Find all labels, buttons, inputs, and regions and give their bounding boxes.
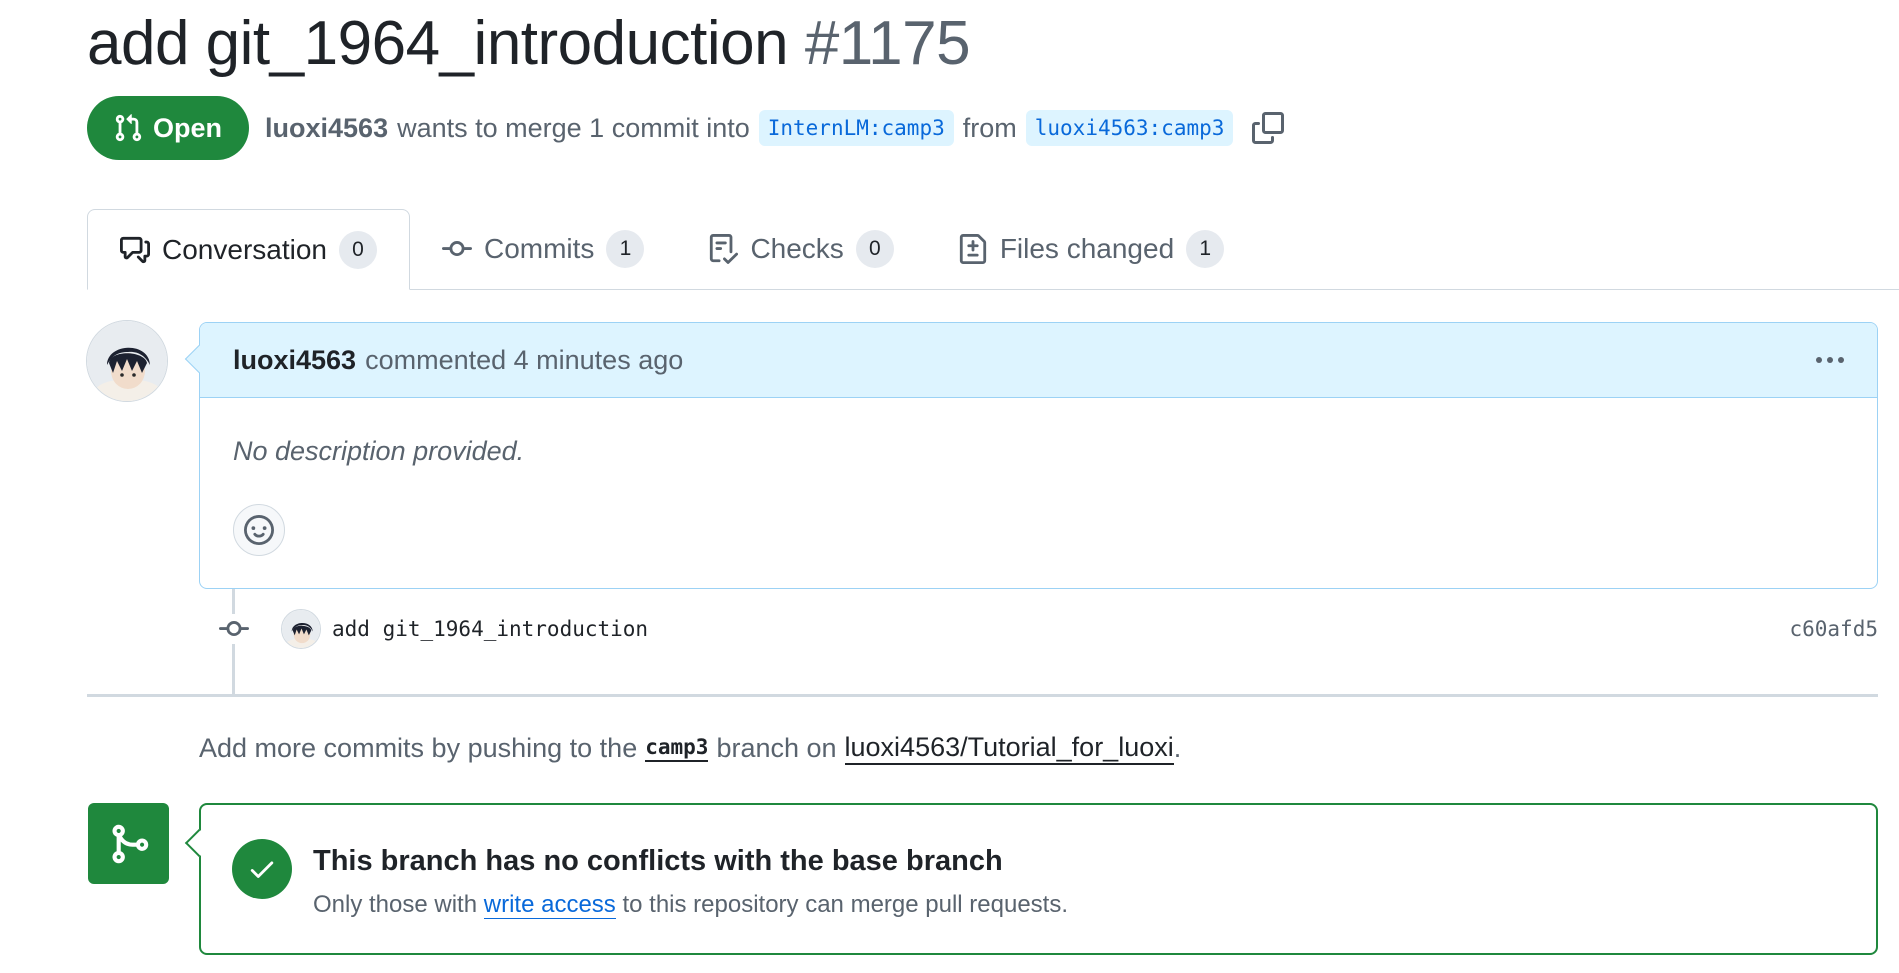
commit-message-link[interactable]: add git_1964_introduction bbox=[332, 617, 648, 641]
add-reaction-button[interactable] bbox=[233, 504, 285, 556]
commit-sha-link[interactable]: c60afd5 bbox=[1789, 617, 1878, 641]
commit-node bbox=[199, 614, 269, 644]
pr-meta: Open luoxi4563 wants to merge 1 commit i… bbox=[87, 96, 1286, 160]
tab-checks-label: Checks bbox=[750, 233, 844, 264]
copy-branch-button[interactable] bbox=[1250, 110, 1286, 146]
pr-tabs: Conversation 0 Commits 1 Checks 0 Files … bbox=[87, 209, 1899, 290]
tab-files-changed[interactable]: Files changed 1 bbox=[926, 209, 1256, 289]
comment-header: luoxi4563 commented 4 minutes ago bbox=[200, 323, 1877, 398]
tab-commits-label: Commits bbox=[483, 233, 595, 264]
git-pull-request-icon bbox=[115, 114, 142, 142]
merge-sub-suffix: to this repository can merge pull reques… bbox=[622, 891, 1069, 918]
state-label: Open bbox=[153, 112, 223, 143]
tab-commits-count: 1 bbox=[606, 230, 645, 268]
merge-status-subtitle: Only those with write access to this rep… bbox=[313, 891, 1068, 919]
tab-files-changed-count: 1 bbox=[1186, 230, 1225, 268]
pr-number: #1175 bbox=[804, 9, 971, 78]
write-access-link[interactable]: write access bbox=[483, 891, 616, 919]
kebab-dot-icon bbox=[1838, 357, 1844, 363]
comment-author-link[interactable]: luoxi4563 bbox=[233, 345, 356, 376]
comment-options-button[interactable] bbox=[1816, 357, 1844, 363]
merge-text: wants to merge 1 commit into bbox=[397, 112, 750, 143]
file-diff-icon bbox=[959, 234, 986, 264]
avatar-image bbox=[282, 610, 320, 648]
tab-commits[interactable]: Commits 1 bbox=[410, 209, 676, 289]
kebab-dot-icon bbox=[1816, 357, 1822, 363]
comment-discussion-icon bbox=[120, 236, 150, 263]
hint-branch-link[interactable]: camp3 bbox=[645, 735, 709, 762]
pr-description-comment: luoxi4563 commented 4 minutes ago No des… bbox=[184, 322, 1878, 589]
copy-icon bbox=[1252, 112, 1285, 144]
tab-checks[interactable]: Checks 0 bbox=[676, 209, 925, 289]
merge-box-pointer bbox=[184, 828, 214, 858]
tab-conversation[interactable]: Conversation 0 bbox=[87, 209, 410, 290]
avatar[interactable] bbox=[86, 320, 168, 402]
git-merge-icon bbox=[112, 824, 148, 863]
pr-title-text: add git_1964_introduction bbox=[87, 9, 789, 78]
state-badge: Open bbox=[87, 96, 250, 160]
tab-files-changed-label: Files changed bbox=[999, 233, 1175, 264]
merge-status-title: This branch has no conflicts with the ba… bbox=[313, 845, 1003, 877]
avatar-image bbox=[87, 321, 167, 401]
timeline-commit-item: add git_1964_introduction c60afd5 bbox=[199, 600, 1878, 658]
git-commit-icon bbox=[219, 614, 249, 644]
hint-repo-wrap: luoxi4563/Tutorial_for_luoxi. bbox=[844, 732, 1182, 765]
commit-author-avatar[interactable] bbox=[281, 609, 321, 649]
merge-description: luoxi4563 wants to merge 1 commit into I… bbox=[265, 110, 1286, 146]
push-hint: Add more commits by pushing to the camp3… bbox=[199, 732, 1181, 765]
pr-author-link[interactable]: luoxi4563 bbox=[265, 113, 388, 144]
tab-checks-count: 0 bbox=[855, 230, 894, 268]
hint-prefix: Add more commits by pushing to the bbox=[199, 733, 638, 763]
timeline-divider bbox=[87, 694, 1878, 697]
hint-middle: branch on bbox=[716, 733, 837, 763]
pr-title: add git_1964_introduction #1175 bbox=[87, 8, 971, 79]
checklist-icon bbox=[710, 234, 739, 264]
tab-conversation-label: Conversation bbox=[162, 233, 327, 265]
head-branch-pill[interactable]: luoxi4563:camp3 bbox=[1025, 110, 1234, 146]
smiley-icon bbox=[244, 515, 274, 545]
hint-suffix: . bbox=[1173, 733, 1182, 763]
hint-repo-link[interactable]: luoxi4563/Tutorial_for_luoxi bbox=[844, 732, 1174, 765]
tab-conversation-count: 0 bbox=[338, 230, 377, 269]
kebab-dot-icon bbox=[1827, 357, 1833, 363]
base-branch-pill[interactable]: InternLM:camp3 bbox=[758, 110, 954, 146]
from-text: from bbox=[962, 112, 1017, 143]
check-status-badge bbox=[232, 839, 292, 899]
comment-timestamp[interactable]: commented 4 minutes ago bbox=[365, 345, 683, 376]
comment-body: No description provided. bbox=[233, 436, 525, 466]
merge-status-icon-box bbox=[88, 803, 169, 884]
check-icon bbox=[250, 861, 274, 878]
git-commit-icon bbox=[441, 241, 472, 257]
merge-sub-prefix: Only those with bbox=[313, 891, 478, 918]
merge-status-box: This branch has no conflicts with the ba… bbox=[184, 803, 1878, 955]
